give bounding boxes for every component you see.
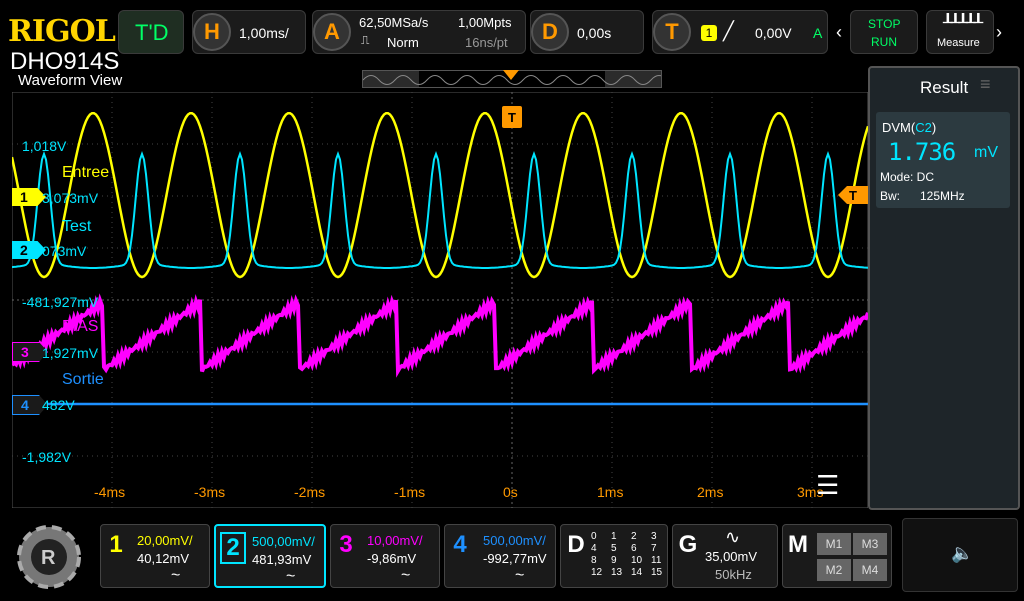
generator-button[interactable]: G ∿ 35,00mV 50kHz (672, 524, 778, 588)
ch4-scale: 500,00mV/ (483, 533, 546, 548)
ch4-level-bottom: -1,982V (22, 449, 72, 465)
ch1-offset-text: 3,073mV (42, 190, 99, 206)
sine-wave-icon: ∿ (725, 527, 741, 547)
time-per-point: 16ns/pt (465, 35, 508, 50)
ch2-coupling-icon: ~ (286, 568, 296, 585)
trigger-time-marker[interactable]: T (502, 106, 522, 128)
ch2-offset: 481,93mV (252, 552, 312, 567)
x-tick-5: 1ms (597, 484, 624, 500)
math-m3[interactable]: M3 (853, 533, 887, 555)
result-panel[interactable]: Result ≡ DVM(C2) 1.736 mV Mode: DC Bw: 1… (868, 66, 1020, 510)
d-icon: D (531, 13, 569, 51)
timebase-value: 1,00ms/ (239, 25, 289, 41)
generator-frequency: 50kHz (715, 567, 752, 582)
gear-icon: R (17, 525, 81, 589)
digital-letter: D (567, 531, 585, 558)
ch4-coupling-icon: ~ (515, 567, 525, 584)
ch1-scale: 20,00mV/ (137, 533, 193, 548)
ch3-scale: 10,00mV/ (367, 533, 423, 548)
delay-button[interactable]: D 0,00s (530, 10, 644, 54)
ch2-number: 2 (220, 532, 246, 564)
td-button[interactable]: T'D (118, 10, 184, 54)
trigger-mode: A (813, 25, 823, 41)
ch3-offset-text: 1,927mV (42, 345, 99, 361)
ch2-offset-text: 073mV (42, 243, 87, 259)
ch2-settings-button[interactable]: 2 500,00mV/ 481,93mV ~ (214, 524, 326, 588)
speaker-muted-icon: 🔈 (951, 543, 974, 563)
h-icon: H (193, 13, 231, 51)
ch1-settings-button[interactable]: 1 20,00mV/ 40,12mV ~ (100, 524, 210, 588)
math-button[interactable]: M M1 M3 M2 M4 (782, 524, 892, 588)
trigger-source-badge: 1 (701, 25, 717, 41)
waveform-canvas (12, 92, 868, 508)
x-tick-1: -3ms (194, 484, 226, 500)
ch1-coupling-icon: ~ (171, 567, 181, 584)
menu-left-arrow[interactable]: ‹ (836, 22, 842, 43)
ch3-settings-button[interactable]: 3 10,00mV/ -9,86mV ~ (330, 524, 440, 588)
trigger-button[interactable]: T 1 ╱ 0,00V A (652, 10, 828, 54)
ch2-scale: 500,00mV/ (252, 534, 315, 549)
a-icon: A (313, 13, 351, 51)
ch2-name: Test (62, 218, 92, 235)
ch3-name: BIAS (62, 318, 99, 335)
digital-button[interactable]: D 0123 4567 8 9 10 11 12 13 14 15 (560, 524, 668, 588)
waveform-view-title: Waveform View (18, 72, 123, 89)
math-m1[interactable]: M1 (817, 533, 851, 555)
x-tick-3: -1ms (394, 484, 426, 500)
ch1-name: Entree (62, 164, 110, 181)
t-icon: T (653, 13, 691, 51)
x-tick-2: -2ms (294, 484, 326, 500)
ch1-level-top: 1,018V (22, 138, 67, 154)
ch4-offset-text: 482V (42, 397, 75, 413)
math-letter: M (788, 531, 808, 558)
rigol-logo: RIGOL (8, 14, 116, 49)
ch4-number: 4 (453, 531, 467, 558)
measure-label: Measure (937, 37, 980, 49)
stop-label: STOP (868, 17, 901, 31)
acq-mode: Norm (387, 35, 419, 50)
ruler-icon: ┸┸┸┸┸ (943, 15, 983, 32)
menu-right-arrow[interactable]: › (996, 22, 1002, 43)
ch3-coupling-icon: ~ (401, 567, 411, 584)
ch1-number: 1 (109, 531, 123, 558)
ch4-settings-button[interactable]: 4 500,00mV/ -992,77mV ~ (444, 524, 556, 588)
ch4-name: Sortie (62, 371, 104, 388)
ch3-level-top: -481,927mV (22, 294, 99, 310)
rising-edge-icon: ╱ (723, 21, 734, 41)
horizontal-button[interactable]: H 1,00ms/ (192, 10, 306, 54)
ch3-offset: -9,86mV (367, 551, 417, 566)
x-tick-4: 0s (503, 484, 518, 500)
ch1-offset: 40,12mV (137, 551, 190, 566)
digital-channel-grid: 0123 4567 8 9 10 11 12 13 14 15 (591, 531, 663, 578)
td-label: T'D (135, 20, 169, 45)
math-m4[interactable]: M4 (853, 559, 887, 581)
generator-amplitude: 35,00mV (705, 549, 758, 564)
trigger-level: 0,00V (755, 25, 792, 41)
trigger-position-marker[interactable] (503, 70, 519, 80)
memory-depth: 1,00Mpts (458, 15, 512, 30)
math-m2[interactable]: M2 (817, 559, 851, 581)
result-panel-ghost-waves (870, 68, 1018, 508)
ch4-offset: -992,77mV (483, 551, 547, 566)
acq-wave-icon: ⎍ (361, 33, 370, 47)
waveform-grid[interactable]: T T 1 2 3 4 1,018V Entree 3,073mV Test 0… (12, 92, 868, 508)
acquisition-button[interactable]: A 62,50MSa/s ⎍ Norm 1,00Mpts 16ns/pt (312, 10, 526, 54)
ch3-number: 3 (339, 531, 353, 558)
sound-button[interactable]: 🔈 (902, 518, 1018, 592)
home-gear-button[interactable]: R (10, 518, 88, 596)
svg-text:R: R (41, 547, 56, 569)
run-stop-button[interactable]: STOP RUN (850, 10, 918, 54)
measure-button[interactable]: ┸┸┸┸┸ Measure (926, 10, 994, 54)
x-tick-6: 2ms (697, 484, 724, 500)
generator-letter: G (678, 531, 698, 558)
waveform-menu-icon[interactable]: ☰ (816, 470, 839, 501)
run-label: RUN (871, 35, 897, 49)
sample-rate: 62,50MSa/s (359, 15, 429, 30)
delay-value: 0,00s (577, 25, 612, 41)
x-tick-0: -4ms (94, 484, 126, 500)
